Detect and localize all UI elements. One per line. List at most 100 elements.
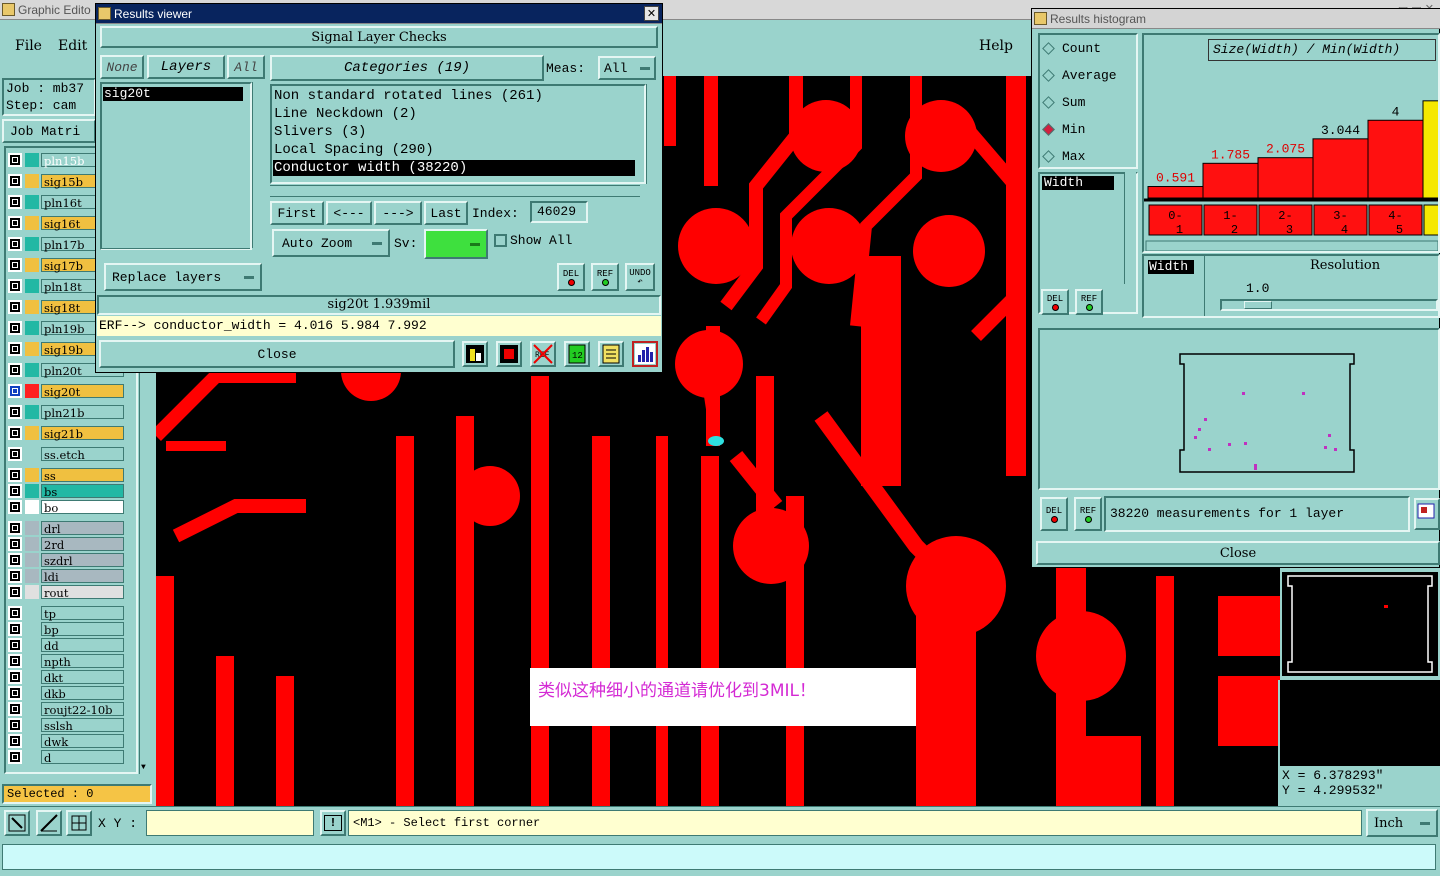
layer-checkbox[interactable] xyxy=(8,499,22,514)
histogram-export-icon[interactable] xyxy=(1414,498,1440,530)
layer-checkbox[interactable] xyxy=(8,320,22,335)
first-button[interactable]: First xyxy=(270,201,324,225)
meas-dropdown[interactable]: All xyxy=(598,56,656,80)
layer-row[interactable]: dkb xyxy=(8,685,124,701)
hist-ref-button[interactable]: REF xyxy=(1075,289,1103,315)
layer-checkbox[interactable] xyxy=(8,605,22,620)
histogram-icon[interactable] xyxy=(632,341,658,367)
del-button[interactable]: DEL xyxy=(557,263,585,291)
last-button[interactable]: Last xyxy=(424,201,468,225)
next-button[interactable]: ---> xyxy=(374,201,422,225)
layers-hscrollbar[interactable] xyxy=(100,248,250,258)
green-doc-icon[interactable]: 12 xyxy=(564,341,590,367)
layer-row[interactable]: ss.etch xyxy=(8,446,124,462)
grid-snap-icon[interactable] xyxy=(66,810,92,836)
menu-edit[interactable]: Edit xyxy=(58,38,87,54)
layer-checkbox[interactable] xyxy=(8,446,22,461)
layer-checkbox[interactable] xyxy=(8,621,22,636)
hist-del-button[interactable]: DEL xyxy=(1041,289,1069,315)
stat-option-max[interactable]: Max xyxy=(1042,148,1085,164)
width-scrollbar[interactable] xyxy=(1204,256,1216,316)
layer-checkbox[interactable] xyxy=(8,483,22,498)
show-all-checkbox[interactable] xyxy=(494,234,507,247)
layer-row[interactable]: bs xyxy=(8,483,124,499)
categories-scrollbar[interactable] xyxy=(646,84,658,184)
layer-row[interactable]: sslsh xyxy=(8,717,124,733)
layer-row[interactable]: tp xyxy=(8,605,124,621)
layer-checkbox[interactable] xyxy=(8,236,22,251)
layer-row[interactable]: pln21b xyxy=(8,404,124,420)
measure-icon[interactable] xyxy=(36,810,62,836)
category-item[interactable]: Local Spacing (290) xyxy=(273,142,635,158)
layer-checkbox[interactable] xyxy=(8,467,22,482)
auto-zoom-dropdown[interactable]: Auto Zoom xyxy=(272,229,390,257)
histogram-bar[interactable] xyxy=(1147,186,1204,199)
layer-checkbox[interactable] xyxy=(8,257,22,272)
layer-checkbox[interactable] xyxy=(8,278,22,293)
layer-checkbox[interactable] xyxy=(8,552,22,567)
info-icon[interactable]: ! xyxy=(320,810,346,836)
zoom-area-icon[interactable] xyxy=(4,810,30,836)
close-icon[interactable]: ✕ xyxy=(644,6,659,21)
resolution-slider[interactable] xyxy=(1220,299,1438,311)
menu-help[interactable]: Help xyxy=(979,38,1013,54)
width-selector[interactable]: Width xyxy=(1148,260,1194,274)
preview-del-button[interactable]: DEL xyxy=(1040,497,1068,531)
layer-checkbox[interactable] xyxy=(8,425,22,440)
layer-row[interactable]: dkt xyxy=(8,669,124,685)
layer-checkbox[interactable] xyxy=(8,173,22,188)
histogram-bar[interactable] xyxy=(1257,157,1314,199)
stat-option-average[interactable]: Average xyxy=(1042,67,1117,83)
layers-none-button[interactable]: None xyxy=(100,55,144,79)
ref-button[interactable]: REF xyxy=(591,263,619,291)
layer-checkbox[interactable] xyxy=(8,215,22,230)
layer-row[interactable]: dwk xyxy=(8,733,124,749)
flag-red-icon[interactable] xyxy=(496,341,522,367)
histogram-bar[interactable] xyxy=(1422,100,1440,199)
menu-file[interactable]: File xyxy=(15,38,42,54)
layer-row[interactable]: drl xyxy=(8,520,124,536)
units-dropdown[interactable]: Inch xyxy=(1366,809,1438,837)
layer-checkbox[interactable] xyxy=(8,749,22,764)
hist-list-scrollbar[interactable] xyxy=(1124,172,1136,284)
layer-checkbox[interactable] xyxy=(8,637,22,652)
hist-list-item[interactable]: Width xyxy=(1042,176,1114,190)
sv-color-dropdown[interactable] xyxy=(424,229,488,259)
results-viewer-close-button[interactable]: Close xyxy=(99,340,455,368)
layer-row[interactable]: bo xyxy=(8,499,124,515)
layer-row[interactable]: dd xyxy=(8,637,124,653)
layer-row[interactable]: bp xyxy=(8,621,124,637)
categories-hscrollbar[interactable] xyxy=(270,185,640,197)
histogram-bar[interactable] xyxy=(1202,162,1259,199)
preview-ref-button[interactable]: REF xyxy=(1074,497,1102,531)
layer-checkbox[interactable] xyxy=(8,362,22,377)
scroll-down-arrow[interactable]: ▼ xyxy=(141,763,151,773)
job-matrix-button[interactable]: Job Matri xyxy=(2,119,96,143)
layers-button[interactable]: Layers xyxy=(147,55,225,79)
layer-checkbox[interactable] xyxy=(8,653,22,668)
histogram-close-button[interactable]: Close xyxy=(1036,541,1440,565)
layer-checkbox[interactable] xyxy=(8,404,22,419)
index-input[interactable]: 46029 xyxy=(530,201,588,223)
xy-input[interactable] xyxy=(146,810,314,836)
layer-row[interactable]: ss xyxy=(8,467,124,483)
layer-checkbox[interactable] xyxy=(8,520,22,535)
mini-map[interactable] xyxy=(1280,570,1440,678)
histogram-bar[interactable] xyxy=(1312,138,1369,199)
category-item[interactable]: Conductor width (38220) xyxy=(273,160,635,176)
layer-row[interactable]: npth xyxy=(8,653,124,669)
layers-listbox[interactable] xyxy=(100,82,252,250)
notes-icon[interactable] xyxy=(598,341,624,367)
layer-checkbox[interactable] xyxy=(8,733,22,748)
layers-list-item[interactable]: sig20t xyxy=(103,87,243,101)
layer-checkbox[interactable] xyxy=(8,341,22,356)
chart-hscrollbar[interactable] xyxy=(1145,240,1438,251)
layer-checkbox[interactable] xyxy=(8,194,22,209)
chart-bar-icon[interactable] xyxy=(462,341,488,367)
ref-cross-icon[interactable]: REF xyxy=(530,341,556,367)
layer-checkbox[interactable] xyxy=(8,383,22,398)
stat-option-min[interactable]: Min xyxy=(1042,121,1085,137)
layer-row[interactable]: d xyxy=(8,749,124,765)
command-line[interactable] xyxy=(2,844,1436,870)
layer-checkbox[interactable] xyxy=(8,717,22,732)
